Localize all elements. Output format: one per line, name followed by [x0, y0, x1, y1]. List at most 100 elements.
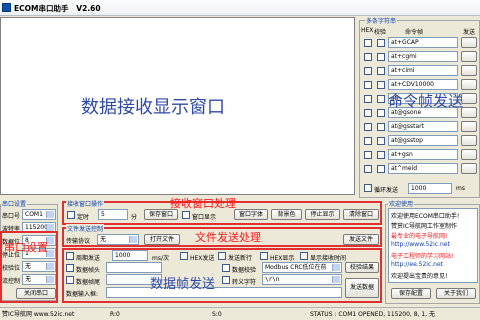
- window-show-label: 窗口显示: [192, 214, 217, 221]
- escape-label: 转义字符: [232, 279, 257, 286]
- title-bar[interactable]: ECOM串口助手 V2.60: [0, 0, 480, 16]
- receive-display[interactable]: 数据接收显示窗口: [0, 17, 355, 195]
- file-send-label: 文件发送控制: [66, 224, 105, 233]
- row-send-button[interactable]: [461, 79, 477, 90]
- background-color-button[interactable]: 背景色: [271, 209, 302, 220]
- status-tx-count: S:0: [212, 311, 222, 318]
- periodic-send-checkbox[interactable]: [66, 252, 74, 260]
- frame-tail-checkbox[interactable]: [66, 276, 74, 284]
- timer-checkbox[interactable]: [67, 211, 75, 219]
- loop-interval-field[interactable]: 1000: [408, 183, 452, 194]
- row-check-checkbox[interactable]: [377, 95, 385, 103]
- row-send-button[interactable]: [461, 135, 477, 146]
- row-hex-checkbox[interactable]: [364, 109, 372, 117]
- receive-control-overlay: 接收窗口处理: [170, 197, 236, 210]
- frame-header-label: 数据帧头: [76, 267, 101, 274]
- open-file-button[interactable]: 打开文件: [144, 234, 180, 245]
- multi-send-label: 多条字符串: [365, 16, 398, 25]
- data-input-label: 数据输入框:: [66, 291, 99, 298]
- row-command-field[interactable]: at@gsstart: [388, 121, 458, 132]
- row-hex-checkbox[interactable]: [364, 95, 372, 103]
- row-check-checkbox[interactable]: [377, 53, 385, 61]
- row-hex-checkbox[interactable]: [364, 39, 372, 47]
- col-send-header: 发送: [463, 29, 476, 36]
- row-send-button[interactable]: [461, 149, 477, 160]
- row-send-button[interactable]: [461, 51, 477, 62]
- row-command-field[interactable]: at@gsstop: [388, 135, 458, 146]
- window-show-checkbox[interactable]: [182, 211, 190, 219]
- row-check-checkbox[interactable]: [377, 39, 385, 47]
- row-command-field[interactable]: at+GCAP: [388, 37, 458, 48]
- timer-unit: 分: [131, 214, 138, 221]
- receive-overlay-label: 数据接收显示窗口: [81, 97, 225, 118]
- send-data-button[interactable]: 发送数据: [345, 278, 379, 298]
- row-check-checkbox[interactable]: [377, 123, 385, 131]
- row-hex-checkbox[interactable]: [364, 151, 372, 159]
- row-send-button[interactable]: [461, 65, 477, 76]
- row-hex-checkbox[interactable]: [364, 137, 372, 145]
- col-cmd-header: 命令帧: [405, 29, 424, 36]
- welcome-line-1: 欢迎使用ECOM串口助手!: [391, 213, 460, 220]
- row-hex-checkbox[interactable]: [364, 165, 372, 173]
- row-hex-checkbox[interactable]: [364, 67, 372, 75]
- row-send-button[interactable]: [461, 163, 477, 174]
- checksum-checkbox[interactable]: [222, 264, 230, 272]
- checksum-select[interactable]: Modbus CRC低位在前: [262, 262, 342, 273]
- protocol-select[interactable]: 无: [97, 234, 139, 245]
- row-hex-checkbox[interactable]: [364, 123, 372, 131]
- row-check-checkbox[interactable]: [377, 165, 385, 173]
- timer-value-field[interactable]: 5: [98, 209, 128, 220]
- frame-header-checkbox[interactable]: [66, 264, 74, 272]
- row-check-checkbox[interactable]: [377, 151, 385, 159]
- row-send-button[interactable]: [461, 107, 477, 118]
- row-send-button[interactable]: [461, 121, 477, 132]
- timestamp-checkbox[interactable]: [300, 252, 308, 260]
- welcome-line-7: 欢迎提出宝贵的意见!: [391, 273, 448, 280]
- row-check-checkbox[interactable]: [377, 109, 385, 117]
- welcome-line-4[interactable]: http://www.52ic.net: [391, 241, 450, 248]
- port-number-select[interactable]: COM1: [22, 209, 56, 220]
- loop-send-checkbox[interactable]: [364, 184, 372, 192]
- status-site[interactable]: 赞IC导航网 www.52ic.net: [2, 310, 74, 319]
- row-check-checkbox[interactable]: [377, 81, 385, 89]
- escape-select[interactable]: \r\n: [262, 274, 342, 285]
- window-font-button[interactable]: 窗口字体: [234, 209, 268, 220]
- row-command-field[interactable]: at^meid: [388, 163, 458, 174]
- row-command-field[interactable]: at+cgmi: [388, 51, 458, 62]
- row-check-checkbox[interactable]: [377, 137, 385, 145]
- send-newline-checkbox[interactable]: [218, 252, 226, 260]
- hex-send-label: HEX发送: [190, 255, 215, 262]
- multi-send-overlay: 命令帧发送: [388, 92, 464, 110]
- row-hex-checkbox[interactable]: [364, 81, 372, 89]
- escape-checkbox[interactable]: [222, 276, 230, 284]
- frame-tail-label: 数据帧尾: [76, 279, 101, 286]
- row-command-field[interactable]: at+gsn: [388, 149, 458, 160]
- protocol-label: 传输协议: [66, 238, 91, 245]
- row-send-button[interactable]: [461, 37, 477, 48]
- hex-send-checkbox[interactable]: [180, 252, 188, 260]
- row-check-checkbox[interactable]: [377, 67, 385, 75]
- periodic-send-label: 周期发送: [76, 255, 101, 262]
- clear-window-button[interactable]: 清除窗口: [343, 209, 379, 220]
- frame-header-field[interactable]: [106, 262, 162, 273]
- data-input-field[interactable]: [106, 287, 342, 298]
- row-send-button[interactable]: [461, 93, 477, 104]
- window-title: ECOM串口助手 V2.60: [14, 4, 101, 13]
- period-field[interactable]: 1000: [112, 250, 148, 261]
- welcome-line-5: 电子工程师的学习网站!: [391, 253, 454, 260]
- save-config-button[interactable]: 保存配置: [391, 288, 431, 299]
- welcome-line-6[interactable]: http://ee.52ic.net: [391, 261, 443, 268]
- hex-display-label: HEX显示: [270, 255, 295, 262]
- receive-control-label: 接收窗口操作: [66, 199, 105, 208]
- welcome-line-3: 最专业的电子导航网!: [391, 233, 448, 240]
- row-command-field[interactable]: at+CDV10000: [388, 79, 458, 90]
- stop-display-button[interactable]: 停止显示: [305, 209, 340, 220]
- status-port: STATUS : COM1 OPENED, 115200, 8, 1, 无: [310, 311, 435, 318]
- about-button[interactable]: 关于我们: [436, 288, 476, 299]
- port-number-label: 串口号: [2, 213, 21, 220]
- row-command-field[interactable]: at+cimi: [388, 65, 458, 76]
- checksum-result-button[interactable]: 校验结果: [345, 262, 379, 273]
- send-file-button[interactable]: 发送文件: [343, 234, 379, 245]
- row-hex-checkbox[interactable]: [364, 53, 372, 61]
- hex-display-checkbox[interactable]: [260, 252, 268, 260]
